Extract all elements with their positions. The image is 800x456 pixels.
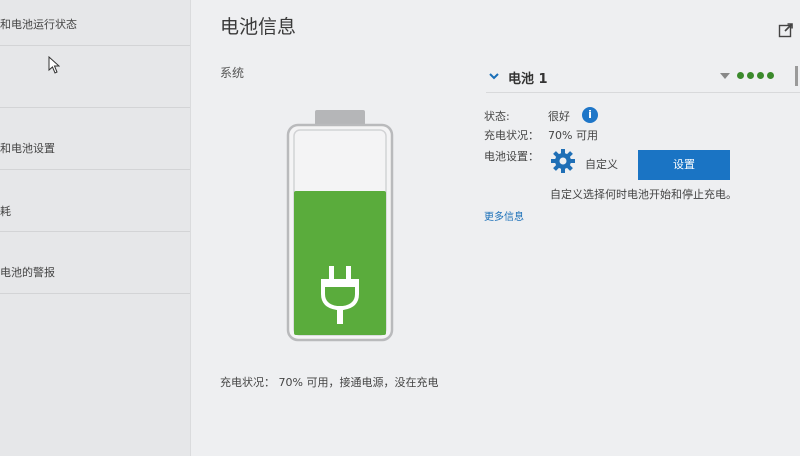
charge-status-summary: 充电状况： 70% 可用，接通电源，没在充电 <box>220 376 439 389</box>
chevron-down-icon[interactable] <box>488 70 500 82</box>
more-info-link[interactable]: 更多信息 <box>484 208 524 223</box>
battery-1-header[interactable]: 电池 1 <box>486 66 800 93</box>
charge-value: 70% 可用 <box>548 129 598 142</box>
battery-icon <box>286 110 394 342</box>
sidebar-item-label: 耗 <box>0 205 11 218</box>
info-icon[interactable]: i <box>582 107 598 123</box>
system-label: 系统 <box>220 66 245 80</box>
status-label: 状态: <box>484 110 510 123</box>
external-link-icon[interactable] <box>778 22 794 38</box>
gear-icon <box>551 149 575 173</box>
page-title: 电池信息 <box>220 16 297 38</box>
settings-description: 自定义选择何时电池开始和停止充电。 <box>550 188 737 201</box>
sidebar-item-label: 和电池设置 <box>0 142 55 155</box>
charge-label: 充电状况： <box>484 129 539 142</box>
mouse-cursor-icon <box>48 56 60 74</box>
scrollbar-thumb[interactable] <box>795 66 798 86</box>
settings-mode: 自定义 <box>585 158 618 171</box>
sidebar-item-blank[interactable] <box>0 46 190 108</box>
sidebar-item-alerts[interactable]: 电池的警报 <box>0 232 190 294</box>
sidebar-item-label: 和电池运行状态 <box>0 18 77 31</box>
main-panel: 电池信息 系统 充电状况： 70% 可用，接通电源，没在充电 电池 1 状态: … <box>190 0 800 456</box>
sidebar-item-usage[interactable]: 耗 <box>0 170 190 232</box>
setup-button[interactable]: 设置 <box>638 150 730 180</box>
sidebar-item-label: 电池的警报 <box>0 266 55 279</box>
battery-name: 电池 1 <box>508 72 548 87</box>
sidebar-item-settings[interactable]: 和电池设置 <box>0 108 190 170</box>
settings-label: 电池设置： <box>484 150 539 163</box>
sidebar-item-health[interactable]: 和电池运行状态 <box>0 0 190 46</box>
status-value: 很好 <box>548 110 570 123</box>
battery-health-indicator <box>720 72 774 79</box>
heart-icon <box>720 72 730 79</box>
sidebar: 和电池运行状态 和电池设置 耗 电池的警报 <box>0 0 191 456</box>
